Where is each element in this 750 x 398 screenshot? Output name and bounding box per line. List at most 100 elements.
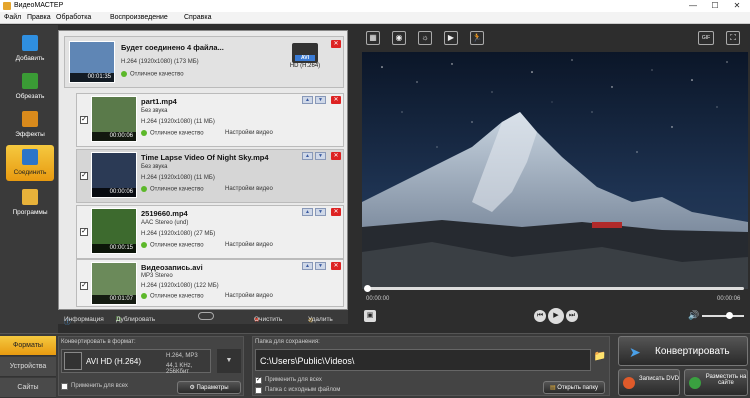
speed-icon[interactable]: ▶ (444, 31, 458, 45)
move-up-button[interactable]: ▲ (302, 262, 313, 270)
publish-button[interactable]: Разместить на сайте (684, 369, 748, 396)
item-codec: H.264 (1920x1080) (11 МБ) (141, 175, 215, 181)
next-button[interactable]: ⏭ (566, 310, 578, 322)
timeline: 00:00:00 00:00:06 (362, 284, 748, 308)
format-audio: 44,1 KHz, 256Кбит (166, 363, 193, 375)
item-audio: Без звука (141, 164, 168, 170)
menu-file[interactable]: Файл (4, 14, 21, 21)
volume-handle[interactable] (726, 312, 733, 319)
convert-button[interactable]: ➤ Конвертировать (618, 336, 748, 366)
video-settings-link[interactable]: Настройки видео (225, 186, 273, 192)
remove-button[interactable]: ✕ (331, 152, 341, 160)
seek-handle[interactable] (364, 285, 371, 292)
view-toggle[interactable] (198, 312, 214, 320)
apply-all-save-checkbox[interactable]: ✓ (255, 377, 262, 384)
quality-text: Отличное качество (150, 130, 204, 137)
slow-motion-icon[interactable]: 🏃 (470, 31, 484, 45)
list-item[interactable]: ✓ 00:01:07 Видеозапись.avi MP3 Stereo H.… (76, 259, 344, 307)
sidebar-label: Обрезать (15, 93, 45, 100)
list-item[interactable]: ✓ 00:00:06 part1.mp4 Без звука H.264 (19… (76, 93, 344, 147)
move-down-button[interactable]: ▼ (315, 96, 326, 104)
fullscreen-icon[interactable]: ⛶ (726, 31, 740, 45)
maximize-button[interactable]: ☐ (704, 0, 726, 12)
quality-text: Отличное качество (150, 242, 204, 249)
apply-all-checkbox[interactable] (61, 383, 68, 390)
menu-edit[interactable]: Правка (27, 14, 51, 21)
sidebar-trim-button[interactable]: Обрезать (6, 69, 54, 105)
format-select[interactable]: AVI HD (H.264) H.264, MP3 44,1 KHz, 256К… (61, 349, 211, 375)
sidebar-effects-button[interactable]: Эффекты (6, 107, 54, 143)
tab-sites[interactable]: Сайты (0, 378, 56, 398)
tab-devices[interactable]: Устройства (0, 357, 56, 377)
film-icon: AVI (292, 43, 318, 63)
item-checkbox[interactable]: ✓ (80, 172, 88, 180)
item-audio: AAC Stereo (und) (141, 220, 189, 226)
save-path-input[interactable]: C:\Users\Public\Videos\ (255, 349, 591, 371)
source-folder-checkbox[interactable] (255, 387, 262, 394)
item-checkbox[interactable]: ✓ (80, 228, 88, 236)
dvd-icon (623, 377, 635, 389)
rotate-icon[interactable]: ◉ (392, 31, 406, 45)
burn-dvd-button[interactable]: Записать DVD (618, 369, 680, 396)
remove-button[interactable]: ✕ (331, 40, 341, 48)
sidebar-add-button[interactable]: Добавить (6, 31, 54, 67)
joined-output-item[interactable]: 00:01:35 Будет соединено 4 файла... H.26… (64, 36, 344, 88)
move-down-button[interactable]: ▼ (315, 208, 326, 216)
item-title: Time Lapse Video Of Night Sky.mp4 (141, 153, 269, 162)
crop-icon[interactable]: ▦ (366, 31, 380, 45)
duration: 00:01:07 (92, 295, 136, 304)
item-quality: Отличное качество (141, 130, 204, 137)
list-toolbar: ⓘ Информация ⧉ Дублировать ✖ Очистить ⊖ … (58, 310, 348, 326)
duration: 00:00:15 (92, 244, 136, 253)
video-settings-link[interactable]: Настройки видео (225, 130, 273, 136)
item-codec: H.264 (1920x1080) (122 МБ) (141, 283, 219, 289)
file-list: 00:01:35 Будет соединено 4 файла... H.26… (58, 30, 348, 310)
folder-icon[interactable]: 📁 (593, 351, 607, 367)
close-button[interactable]: ✕ (726, 0, 748, 12)
volume-slider[interactable] (702, 315, 744, 317)
format-badge[interactable]: AVI HD (H.264) (289, 43, 321, 77)
menu-playback[interactable]: Воспроизведение (110, 14, 168, 21)
video-settings-link[interactable]: Настройки видео (225, 293, 273, 299)
seek-bar[interactable] (366, 287, 744, 290)
open-folder-button[interactable]: ▤ Открыть папку (543, 381, 605, 394)
quality-text: Отличное качество (150, 186, 204, 193)
list-item[interactable]: ✓ 00:00:15 2519660.mp4 AAC Stereo (und) … (76, 205, 344, 259)
remove-button[interactable]: ✕ (331, 208, 341, 216)
quality-text: Отличное качество (150, 293, 204, 300)
sidebar-label: Программы (12, 209, 48, 216)
params-button[interactable]: ⚙ Параметры (177, 381, 241, 394)
delete-label: Удалить (308, 316, 333, 323)
menu-processing[interactable]: Обработка (56, 14, 91, 21)
minimize-button[interactable]: — (682, 0, 704, 12)
sidebar-programs-button[interactable]: Программы (6, 185, 54, 221)
snapshot-icon[interactable]: ▣ (364, 310, 376, 322)
previous-button[interactable]: ⏮ (534, 310, 546, 322)
tab-formats[interactable]: Форматы (0, 336, 56, 356)
item-quality: Отличное качество (121, 71, 184, 78)
item-checkbox[interactable]: ✓ (80, 282, 88, 290)
chevron-down-icon[interactable]: ▼ (217, 349, 241, 373)
quality-text: Отличное качество (130, 71, 184, 78)
move-down-button[interactable]: ▼ (315, 262, 326, 270)
video-settings-link[interactable]: Настройки видео (225, 242, 273, 248)
remove-button[interactable]: ✕ (331, 96, 341, 104)
play-button[interactable]: ▶ (548, 308, 564, 324)
move-up-button[interactable]: ▲ (302, 208, 313, 216)
move-down-button[interactable]: ▼ (315, 152, 326, 160)
move-up-button[interactable]: ▲ (302, 152, 313, 160)
menu-help[interactable]: Справка (184, 14, 211, 21)
list-item[interactable]: ✓ 00:00:06 Time Lapse Video Of Night Sky… (76, 149, 344, 203)
item-codec: H.264 (1920x1080) (11 МБ) (141, 119, 215, 125)
sidebar-join-button[interactable]: Соединить (6, 145, 54, 181)
item-checkbox[interactable]: ✓ (80, 116, 88, 124)
item-thumbnail: 00:00:06 (91, 96, 137, 142)
quality-dot-icon (121, 71, 127, 77)
remove-button[interactable]: ✕ (331, 262, 341, 270)
move-up-button[interactable]: ▲ (302, 96, 313, 104)
gif-button[interactable]: GIF (698, 31, 714, 45)
volume-icon[interactable]: 🔊 (688, 310, 699, 321)
brightness-icon[interactable]: ☼ (418, 31, 432, 45)
item-title: part1.mp4 (141, 97, 177, 106)
video-preview[interactable] (362, 52, 748, 289)
